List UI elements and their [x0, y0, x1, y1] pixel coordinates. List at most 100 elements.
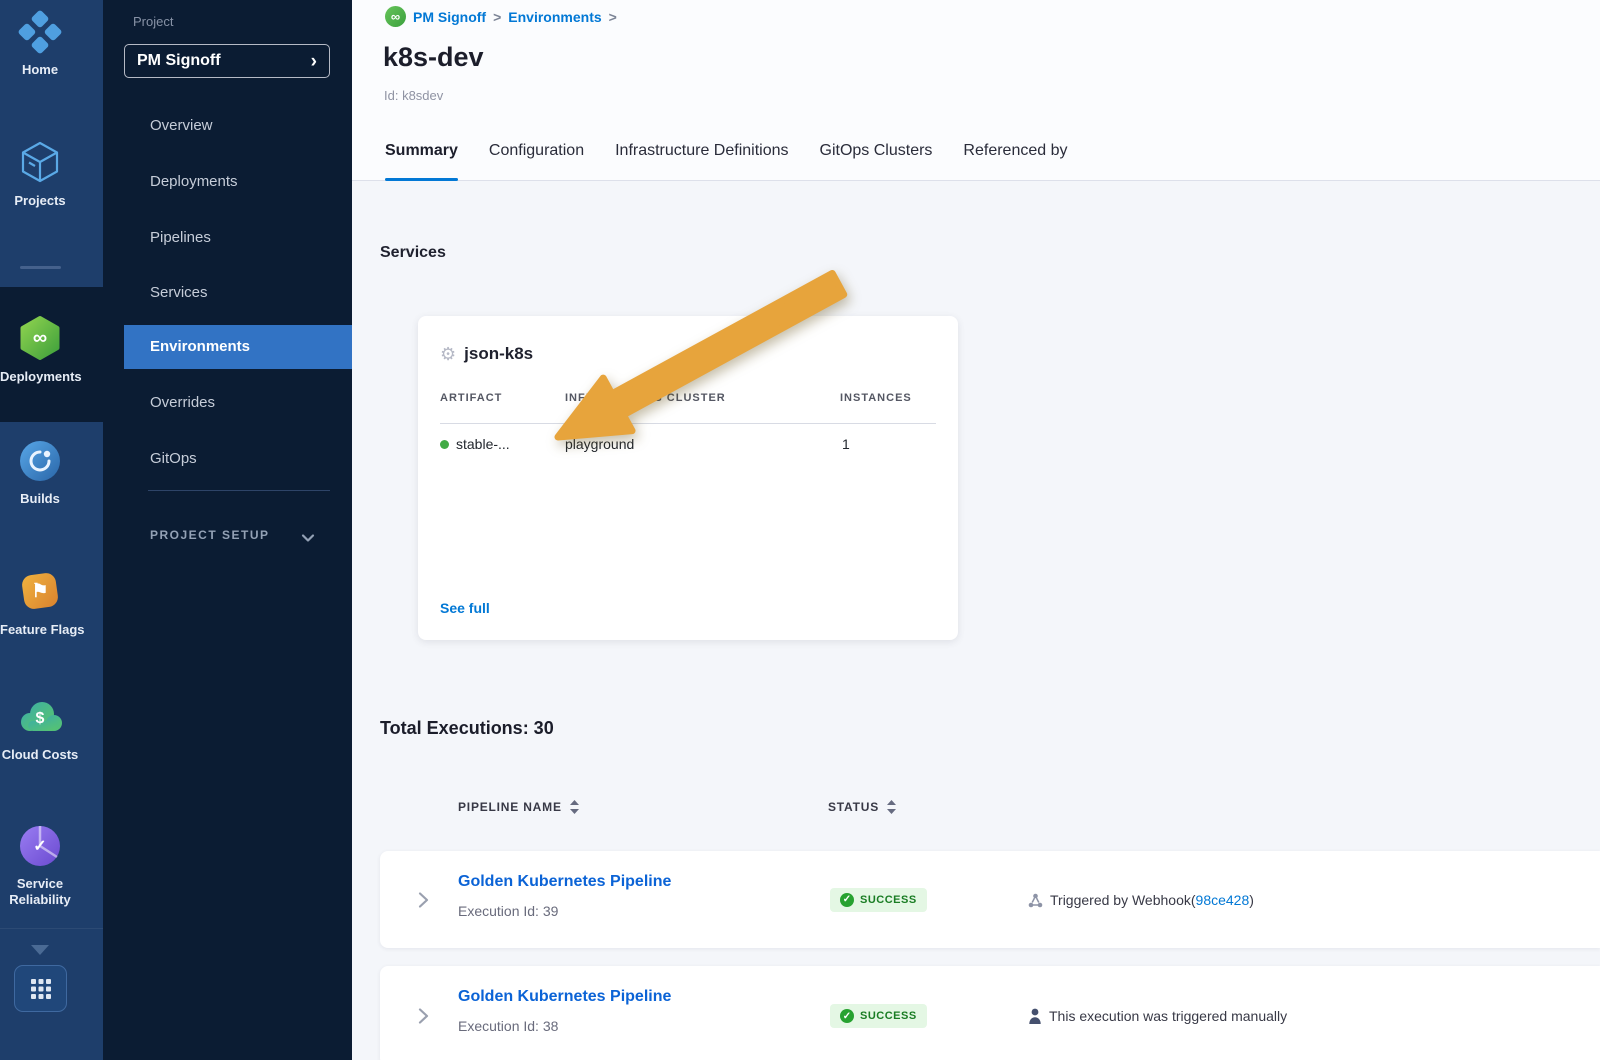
expand-chevron-icon[interactable]	[418, 1008, 429, 1025]
execution-id-label: Execution Id: 38	[458, 1018, 558, 1034]
status-header-text: STATUS	[828, 800, 879, 814]
project-selector[interactable]: PM Signoff ›	[124, 44, 330, 78]
rail-label-projects: Projects	[0, 193, 80, 209]
tab-infrastructure-definitions[interactable]: Infrastructure Definitions	[615, 128, 788, 181]
sort-icon[interactable]	[570, 800, 579, 814]
service-summary-card: ⚙ json-k8s ARTIFACT INFRA / GITOPS CLUST…	[418, 316, 958, 640]
module-grid-button[interactable]	[14, 965, 67, 1012]
rail-label-home: Home	[0, 62, 80, 78]
chevron-right-icon: ›	[311, 52, 317, 71]
trigger-info: Triggered by Webhook(98ce428)	[1028, 892, 1254, 908]
status-dot-icon	[440, 440, 449, 449]
trigger-text: Triggered by Webhook(98ce428)	[1050, 892, 1254, 908]
feature-flags-module-icon: ⚑	[17, 568, 63, 614]
rail-item-projects[interactable]: Projects	[0, 139, 80, 209]
deployments-module-badge-icon: ∞	[385, 6, 406, 27]
grid-icon	[30, 978, 52, 1000]
breadcrumb-environments-link[interactable]: Environments	[508, 9, 601, 25]
sidebar-item-pipelines[interactable]: Pipelines	[103, 216, 352, 260]
sidebar-item-gitops[interactable]: GitOps	[103, 437, 352, 481]
services-heading: Services	[380, 244, 446, 262]
webhook-id-link[interactable]: 98ce428	[1196, 892, 1250, 908]
pipeline-name-link[interactable]: Golden Kubernetes Pipeline	[458, 988, 671, 1006]
breadcrumb-project-link[interactable]: PM Signoff	[413, 9, 486, 25]
service-reliability-module-icon: ✓	[18, 824, 62, 868]
breadcrumb-separator: >	[493, 9, 501, 25]
service-name: json-k8s	[464, 344, 533, 364]
execution-row[interactable]: Golden Kubernetes Pipeline Execution Id:…	[380, 851, 1600, 948]
project-setup-section[interactable]: PROJECT SETUP	[150, 528, 270, 542]
sort-icon[interactable]	[887, 800, 896, 814]
tab-summary[interactable]: Summary	[385, 128, 458, 181]
rail-divider	[0, 928, 103, 929]
sidebar-divider	[148, 490, 330, 491]
project-label: Project	[133, 14, 173, 29]
builds-module-icon	[18, 439, 62, 483]
cluster-cell: playground	[565, 436, 634, 452]
column-header-status[interactable]: STATUS	[828, 800, 896, 814]
page-title: k8s-dev	[383, 42, 484, 73]
pipeline-name-header-text: PIPELINE NAME	[458, 800, 562, 814]
main-content: ∞ PM Signoff > Environments > k8s-dev Id…	[352, 0, 1600, 1060]
entity-id-label: Id: k8sdev	[384, 88, 443, 103]
execution-id-label: Execution Id: 39	[458, 903, 558, 919]
check-circle-icon: ✓	[840, 1009, 854, 1023]
rail-item-feature-flags[interactable]: ⚑ Feature Flags	[0, 568, 80, 638]
rail-item-builds[interactable]: Builds	[0, 439, 80, 507]
projects-cube-icon	[17, 139, 63, 185]
sidebar-item-services[interactable]: Services	[103, 271, 352, 315]
tab-referenced-by[interactable]: Referenced by	[963, 128, 1067, 181]
check-circle-icon: ✓	[840, 893, 854, 907]
execution-row[interactable]: Golden Kubernetes Pipeline Execution Id:…	[380, 966, 1600, 1060]
column-header-cluster: INFRA / GITOPS CLUSTER	[565, 392, 726, 404]
sidebar-item-overrides[interactable]: Overrides	[103, 381, 352, 425]
project-selector-name: PM Signoff	[137, 52, 221, 70]
service-card-title: ⚙ json-k8s	[440, 344, 533, 364]
status-text: SUCCESS	[860, 1010, 917, 1022]
tab-configuration[interactable]: Configuration	[489, 128, 584, 181]
rail-label-deployments: Deployments	[0, 369, 80, 385]
rail-collapse-chevron-icon[interactable]	[31, 945, 49, 955]
project-sidebar: Project PM Signoff › Overview Deployment…	[103, 0, 352, 1060]
pipeline-name-link[interactable]: Golden Kubernetes Pipeline	[458, 873, 671, 891]
gear-icon: ⚙	[440, 345, 456, 363]
artifact-value: stable-...	[456, 436, 510, 452]
rail-item-cloud-costs[interactable]: $ Cloud Costs	[0, 697, 80, 763]
table-divider	[440, 423, 936, 424]
breadcrumb: ∞ PM Signoff > Environments >	[385, 6, 617, 27]
trigger-text: This execution was triggered manually	[1049, 1008, 1287, 1024]
rail-item-deployments[interactable]: ∞ Deployments	[0, 315, 80, 385]
sidebar-item-deployments[interactable]: Deployments	[103, 160, 352, 204]
rail-item-home[interactable]: Home	[0, 10, 80, 78]
see-full-link[interactable]: See full	[440, 600, 490, 616]
sidebar-item-environments[interactable]: Environments	[124, 325, 352, 369]
rail-label-feature-flags: Feature Flags	[0, 622, 80, 638]
tab-bar: Summary Configuration Infrastructure Def…	[385, 128, 1098, 181]
expand-chevron-icon[interactable]	[418, 891, 429, 908]
rail-item-service-reliability[interactable]: ✓ Service Reliability	[0, 824, 80, 908]
column-header-artifact: ARTIFACT	[440, 392, 502, 404]
sidebar-item-overview[interactable]: Overview	[103, 104, 352, 148]
rail-resize-handle[interactable]	[20, 266, 61, 269]
module-rail: Home Projects ∞	[0, 0, 103, 1060]
column-header-pipeline-name[interactable]: PIPELINE NAME	[458, 800, 579, 814]
status-badge: ✓ SUCCESS	[830, 1004, 927, 1028]
status-text: SUCCESS	[860, 894, 917, 906]
trigger-suffix: )	[1249, 892, 1254, 908]
tab-gitops-clusters[interactable]: GitOps Clusters	[820, 128, 933, 181]
trigger-prefix: Triggered by Webhook(	[1050, 892, 1196, 908]
instances-cell: 1	[842, 436, 850, 452]
rail-label-cloud-costs: Cloud Costs	[0, 747, 80, 763]
chevron-down-icon[interactable]	[301, 531, 315, 545]
rail-label-service-reliability: Service Reliability	[0, 876, 80, 908]
column-header-instances: INSTANCES	[840, 392, 912, 404]
total-executions-label: Total Executions: 30	[380, 718, 554, 739]
harness-app: Home Projects ∞	[0, 0, 1600, 1060]
deployments-module-icon: ∞	[17, 315, 63, 361]
status-badge: ✓ SUCCESS	[830, 888, 927, 912]
trigger-info: This execution was triggered manually	[1028, 1008, 1287, 1024]
webhook-icon	[1028, 892, 1043, 908]
artifact-cell: stable-...	[440, 436, 510, 452]
person-icon	[1028, 1008, 1042, 1024]
cloud-costs-module-icon: $	[16, 697, 64, 739]
